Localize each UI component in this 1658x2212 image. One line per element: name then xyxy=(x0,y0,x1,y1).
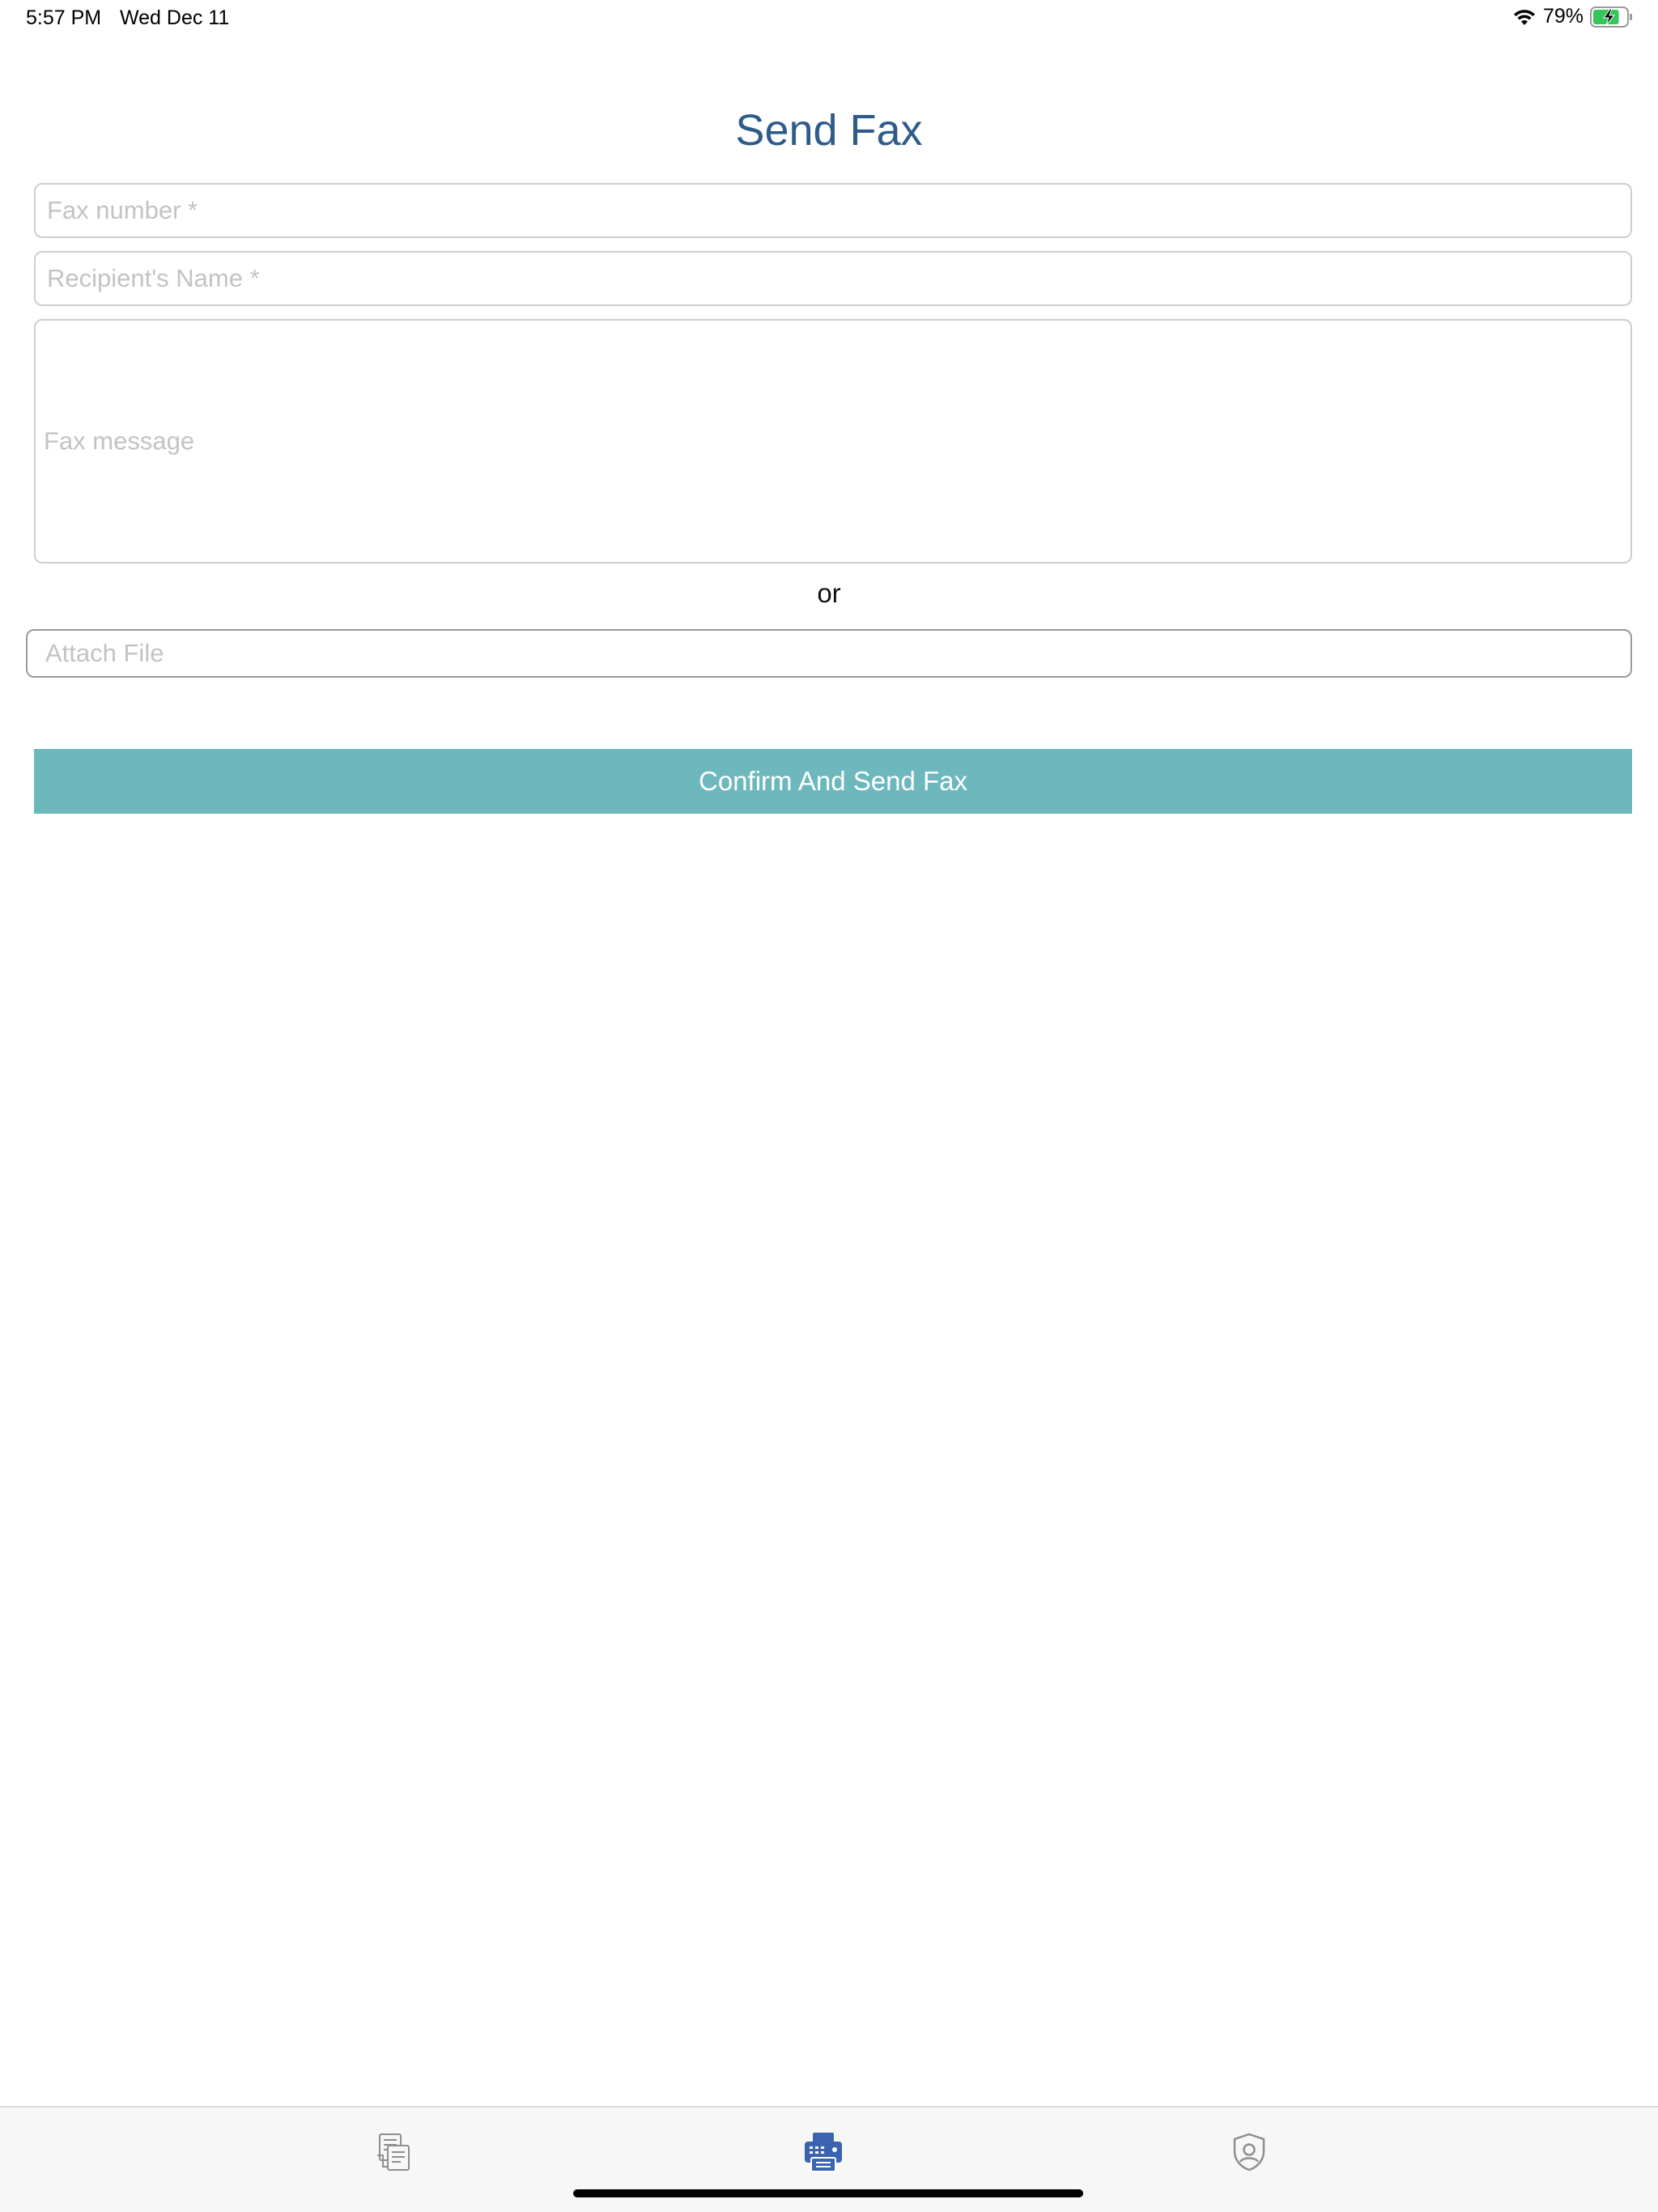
status-indicators: 79% xyxy=(1512,5,1634,28)
shield-user-icon xyxy=(1231,2132,1268,2176)
tab-security[interactable] xyxy=(1221,2125,1278,2182)
home-indicator xyxy=(573,2189,1083,2197)
status-time: 5:57 PM xyxy=(26,6,102,29)
fax-number-placeholder: Fax number * xyxy=(47,196,198,224)
send-fax-screen: 5:57 PM Wed Dec 11 79% Send Fax Fax numb… xyxy=(0,0,1658,2212)
confirm-send-fax-label: Confirm And Send Fax xyxy=(699,766,967,796)
fax-machine-icon xyxy=(801,2130,845,2178)
or-separator: or xyxy=(817,578,841,608)
recipient-name-input[interactable]: Recipient's Name * xyxy=(34,251,1632,306)
wifi-icon xyxy=(1512,7,1537,27)
confirm-send-fax-button[interactable]: Confirm And Send Fax xyxy=(34,749,1632,814)
tab-send-fax[interactable] xyxy=(795,2125,852,2182)
documents-icon xyxy=(375,2131,417,2177)
battery-percent: 79% xyxy=(1542,5,1584,28)
status-date: Wed Dec 11 xyxy=(120,6,230,29)
tab-documents[interactable] xyxy=(368,2125,424,2182)
fax-message-placeholder: Fax message xyxy=(44,427,195,455)
recipient-name-placeholder: Recipient's Name * xyxy=(47,264,260,292)
status-bar: 5:57 PM Wed Dec 11 79% xyxy=(0,0,1658,39)
fax-number-input[interactable]: Fax number * xyxy=(34,183,1632,238)
attach-file-input[interactable]: Attach File xyxy=(26,629,1632,678)
fax-message-textarea[interactable]: Fax message xyxy=(34,319,1632,564)
attach-file-placeholder: Attach File xyxy=(45,639,164,667)
page-title: Send Fax xyxy=(735,106,923,155)
battery-charging-icon xyxy=(1590,6,1634,28)
